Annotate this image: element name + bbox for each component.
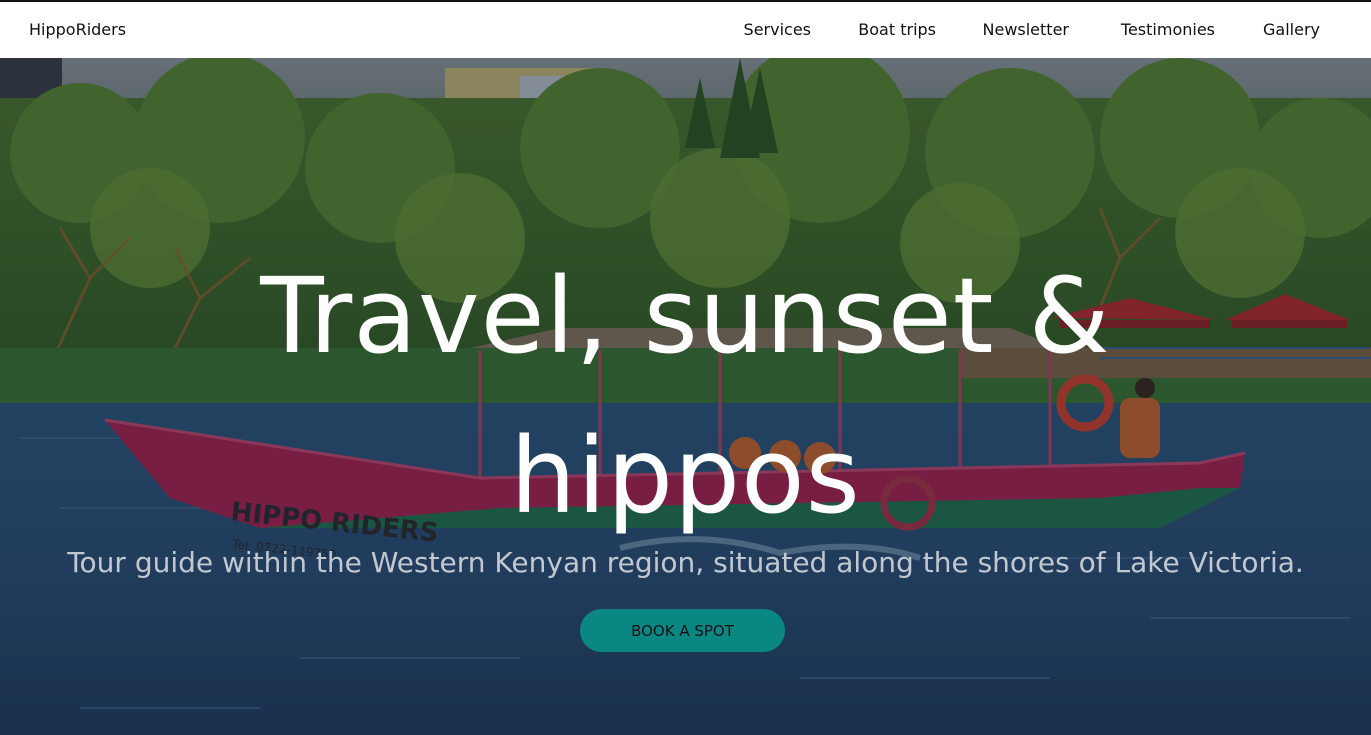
nav-link-newsletter[interactable]: Newsletter [983, 2, 1070, 58]
nav-link-gallery[interactable]: Gallery [1263, 2, 1320, 58]
nav-link-services[interactable]: Services [744, 2, 811, 58]
nav-link-testimonies[interactable]: Testimonies [1121, 2, 1215, 58]
hero-section: HIPPO RIDERS Tel: 0722-119350 Travel, su… [0, 58, 1371, 735]
navbar: HippoRiders Services Boat trips Newslett… [0, 2, 1371, 58]
hero-headline-line-2: hippos [510, 415, 861, 537]
hero-headline: Travel, sunset & hippos [0, 236, 1371, 556]
brand-logo[interactable]: HippoRiders [29, 2, 126, 58]
nav-link-boat-trips[interactable]: Boat trips [858, 2, 936, 58]
book-a-spot-button[interactable]: BOOK A SPOT [580, 609, 785, 652]
hero-tagline: Tour guide within the Western Kenyan reg… [67, 546, 1304, 579]
hero-headline-line-1: Travel, sunset & [260, 255, 1111, 377]
